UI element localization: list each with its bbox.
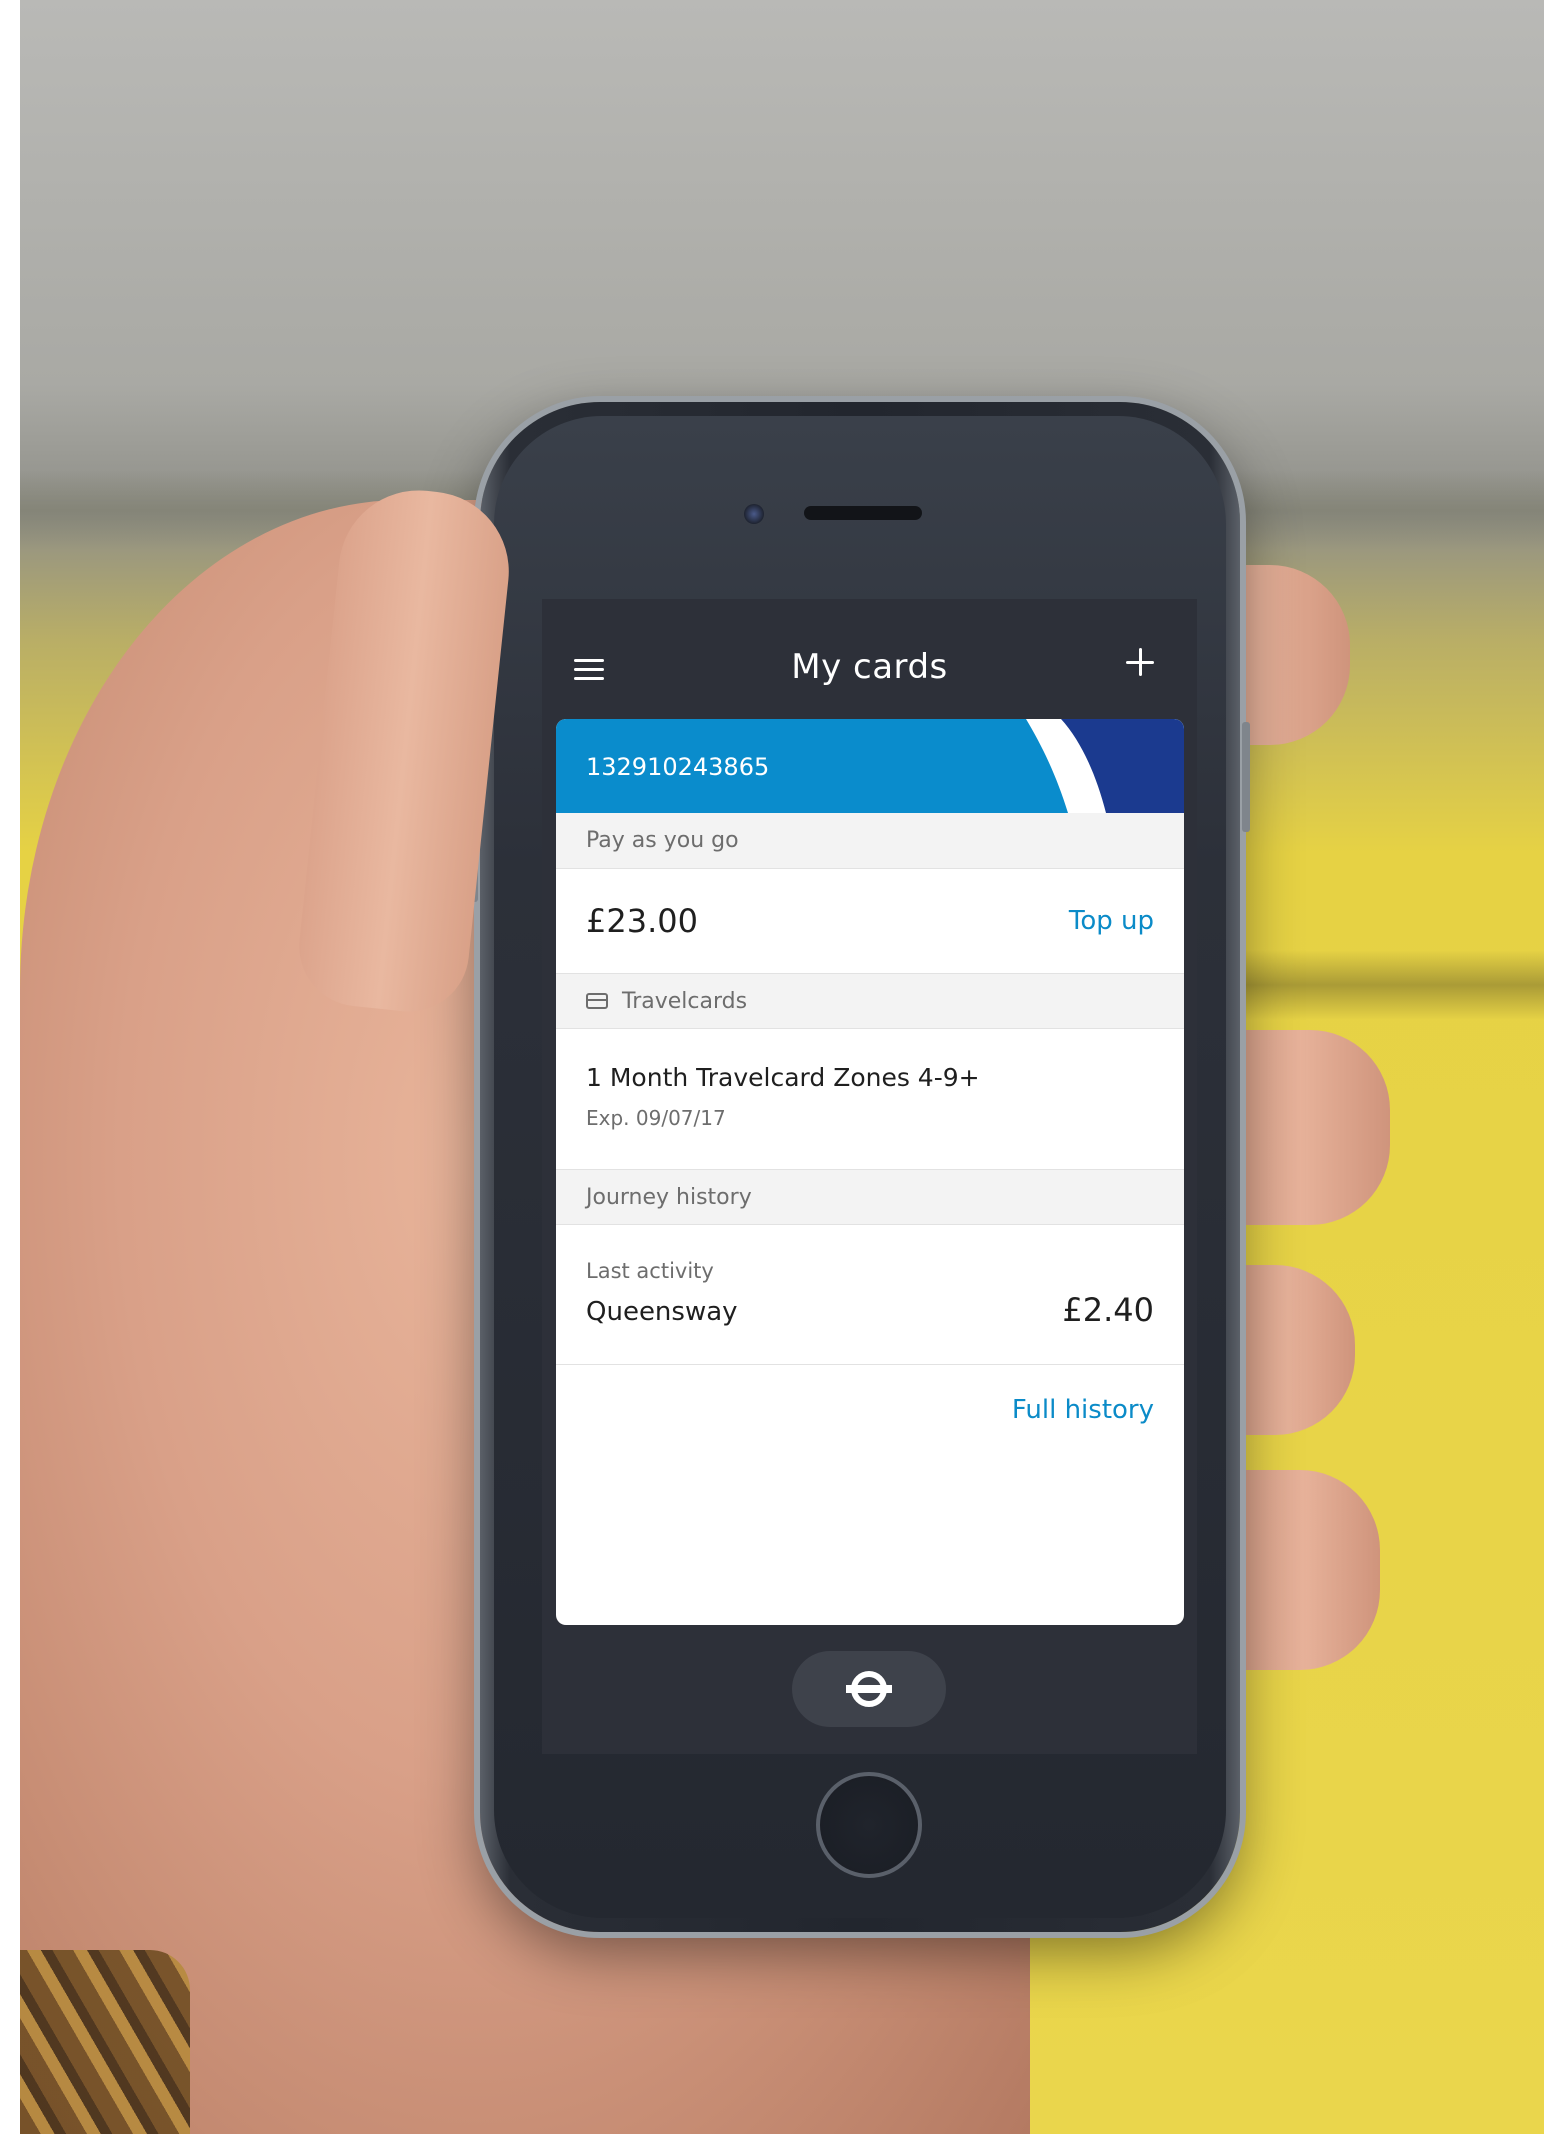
home-button[interactable] <box>816 1772 922 1878</box>
photo-scene: My cards 132910243865 Pay as you go £23.… <box>0 0 1544 2134</box>
phone-front: My cards 132910243865 Pay as you go £23.… <box>494 416 1226 1918</box>
tfl-roundel-button[interactable] <box>792 1651 946 1727</box>
last-activity-row[interactable]: Last activity Queensway £2.40 <box>556 1225 1184 1365</box>
section-header-journey-history: Journey history <box>556 1169 1184 1225</box>
card-number: 132910243865 <box>586 753 770 781</box>
earpiece-speaker <box>804 506 922 520</box>
balance-row: £23.00 Top up <box>556 869 1184 973</box>
travelcard-row[interactable]: 1 Month Travelcard Zones 4-9+ Exp. 09/07… <box>556 1029 1184 1169</box>
tfl-roundel-icon <box>846 1671 892 1707</box>
app-screen: My cards 132910243865 Pay as you go £23.… <box>542 599 1197 1754</box>
page-title: My cards <box>791 647 948 687</box>
top-up-button[interactable]: Top up <box>1069 906 1154 936</box>
card-icon <box>586 993 608 1009</box>
bracelet <box>20 1950 190 2134</box>
add-card-plus-icon[interactable] <box>1123 645 1157 679</box>
travelcard-expiry: Exp. 09/07/17 <box>586 1106 726 1130</box>
oyster-card-panel: 132910243865 Pay as you go £23.00 Top up… <box>556 719 1184 1625</box>
travelcard-name: 1 Month Travelcard Zones 4-9+ <box>586 1063 980 1092</box>
payg-balance: £23.00 <box>586 902 698 940</box>
power-button <box>1242 722 1250 832</box>
full-history-row: Full history <box>556 1365 1184 1455</box>
photo-border <box>0 0 20 2134</box>
front-camera-icon <box>744 504 764 524</box>
section-header-pay-as-you-go: Pay as you go <box>556 813 1184 869</box>
section-label: Journey history <box>586 1184 752 1210</box>
section-label: Pay as you go <box>586 828 739 853</box>
full-history-link[interactable]: Full history <box>1012 1395 1154 1425</box>
last-activity-amount: £2.40 <box>1062 1291 1154 1329</box>
app-header: My cards <box>542 599 1197 717</box>
section-header-travelcards: Travelcards <box>556 973 1184 1029</box>
phone-device: My cards 132910243865 Pay as you go £23.… <box>470 402 1250 1932</box>
card-banner[interactable]: 132910243865 <box>556 719 1184 813</box>
section-label: Travelcards <box>622 988 748 1014</box>
last-activity-label: Last activity <box>586 1259 714 1283</box>
